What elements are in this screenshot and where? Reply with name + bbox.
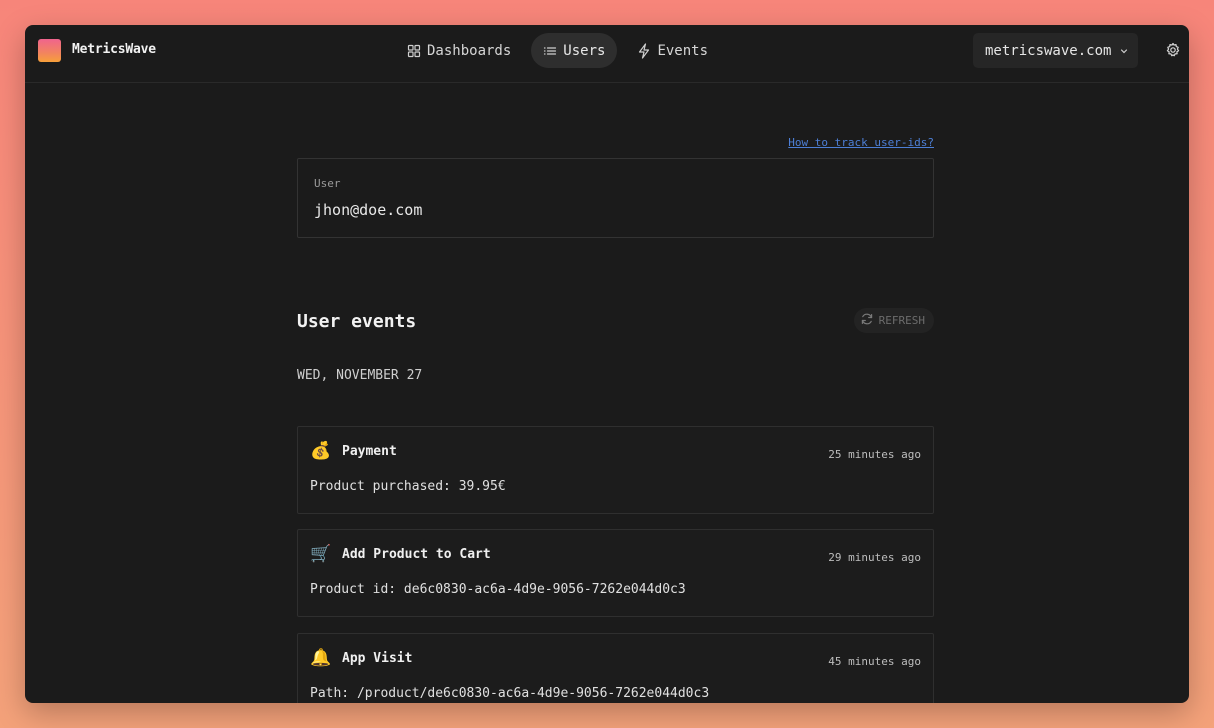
event-title: Add Product to Cart (342, 547, 491, 562)
settings-gear-icon[interactable] (1165, 42, 1181, 58)
app-window: MetricsWave Dashboards Users Events metr… (25, 25, 1189, 703)
event-title: App Visit (342, 651, 413, 666)
brand-logo-icon[interactable] (38, 39, 61, 62)
refresh-label: REFRESH (878, 314, 925, 327)
section-title: User events (297, 311, 417, 332)
refresh-icon (860, 312, 874, 329)
brand-name[interactable]: MetricsWave (72, 42, 156, 57)
user-search-box[interactable]: User (297, 158, 934, 238)
bolt-icon (637, 42, 651, 59)
main-nav: Dashboards Users Events (395, 33, 720, 68)
nav-item-users[interactable]: Users (531, 33, 618, 68)
site-selector-dropdown[interactable]: metricswave.com (973, 33, 1138, 68)
help-link-track-user-ids[interactable]: How to track user-ids? (788, 136, 934, 149)
bell-icon: 🔔 (310, 648, 332, 668)
user-field-label: User (314, 177, 341, 190)
event-time: 29 minutes ago (828, 551, 921, 564)
event-description: Product purchased: 39.95€ (310, 479, 506, 494)
refresh-button[interactable]: REFRESH (853, 308, 934, 333)
shopping-cart-icon: 🛒 (310, 544, 332, 564)
list-icon (543, 44, 557, 58)
event-card-add-to-cart[interactable]: 🛒 Add Product to Cart 29 minutes ago Pro… (297, 529, 934, 617)
nav-item-label: Users (563, 42, 606, 59)
event-title: Payment (342, 444, 397, 459)
event-card-app-visit[interactable]: 🔔 App Visit 45 minutes ago Path: /produc… (297, 633, 934, 703)
event-time: 45 minutes ago (828, 655, 921, 668)
nav-item-dashboards[interactable]: Dashboards (395, 33, 523, 68)
nav-item-events[interactable]: Events (625, 33, 720, 68)
user-input[interactable] (314, 201, 914, 219)
nav-item-label: Events (657, 42, 709, 59)
event-card-payment[interactable]: 💰 Payment 25 minutes ago Product purchas… (297, 426, 934, 514)
money-bag-icon: 💰 (310, 441, 332, 461)
grid-icon (407, 44, 421, 58)
day-group-label: WED, NOVEMBER 27 (297, 368, 423, 383)
event-description: Product id: de6c0830-ac6a-4d9e-9056-7262… (310, 582, 686, 597)
chevron-down-icon (1119, 46, 1129, 56)
top-navigation-bar: MetricsWave Dashboards Users Events metr… (25, 25, 1189, 83)
event-description: Path: /product/de6c0830-ac6a-4d9e-9056-7… (310, 686, 710, 701)
nav-item-label: Dashboards (427, 42, 512, 59)
event-time: 25 minutes ago (828, 448, 921, 461)
site-selector-value: metricswave.com (985, 42, 1112, 59)
